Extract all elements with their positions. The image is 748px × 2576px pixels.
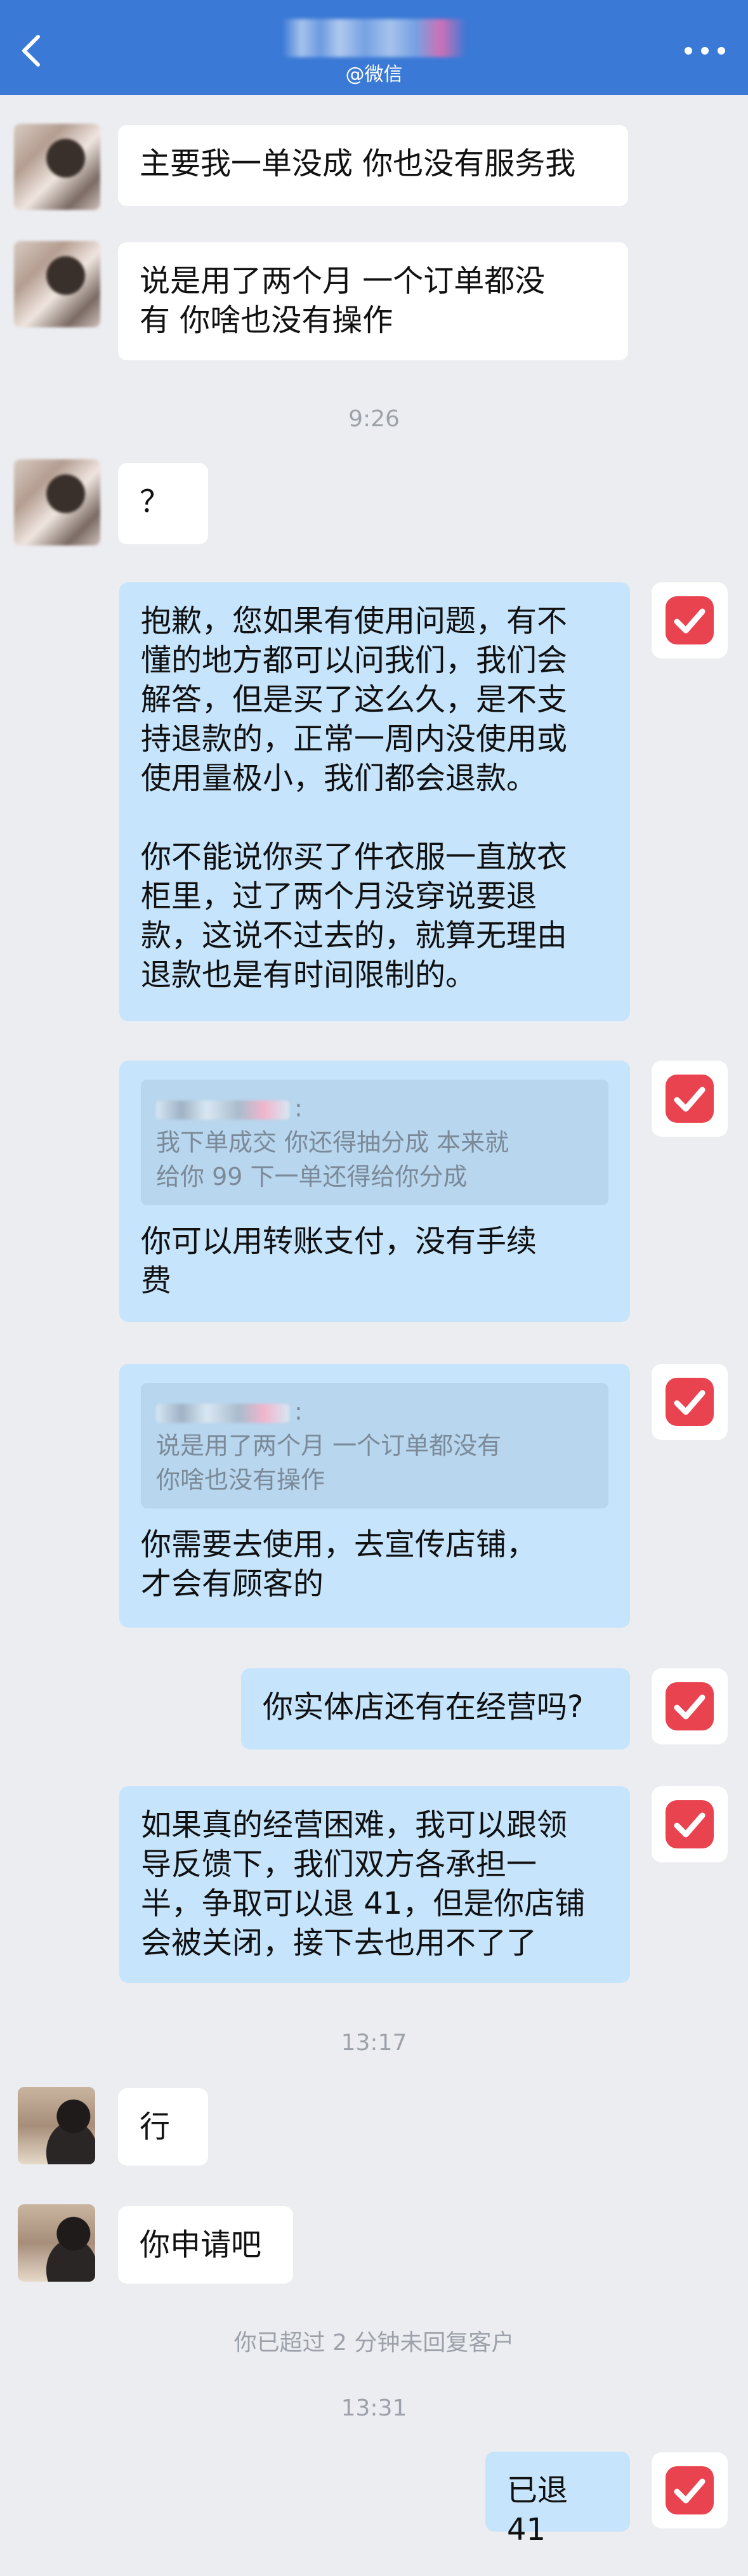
message-text-line: 款，这说不过去的，就算无理由 bbox=[141, 918, 568, 953]
more-button[interactable] bbox=[679, 38, 730, 63]
timestamp: 13:31 bbox=[341, 2395, 407, 2421]
contact-source: @微信 bbox=[345, 63, 403, 86]
agent-avatar[interactable] bbox=[652, 1061, 728, 1137]
message-text-line: 持退款的，正常一周内没使用或 bbox=[141, 721, 568, 757]
chat-header: @微信 bbox=[0, 0, 748, 95]
system-notice: 你已超过 2 分钟未回复客户 bbox=[233, 2330, 515, 2356]
message-text-line: 会被关闭，接下去也用不了了 bbox=[141, 1925, 537, 1961]
customer-avatar[interactable] bbox=[18, 2204, 95, 2282]
quoted-message[interactable]: : 说是用了两个月 一个订单都没有 你啥也没有操作 bbox=[141, 1383, 608, 1508]
message-text-line: 费 bbox=[141, 1263, 172, 1298]
quote-colon: : bbox=[294, 1397, 303, 1425]
customer-avatar[interactable] bbox=[14, 124, 100, 210]
checkmark-badge-icon bbox=[666, 1800, 714, 1848]
message-text-line: 柜里，过了两个月没穿说要退 bbox=[141, 879, 537, 914]
message-text: 行 bbox=[140, 2109, 171, 2145]
outgoing-message[interactable]: 已退 41 bbox=[485, 2452, 630, 2547]
message-text: 主要我一单没成 你也没有服务我 bbox=[140, 146, 576, 181]
incoming-message[interactable]: 主要我一单没成 你也没有服务我 bbox=[118, 125, 628, 206]
agent-avatar[interactable] bbox=[652, 1668, 728, 1744]
message-text: ？ bbox=[140, 484, 171, 520]
message-text-line: 如果真的经营困难，我可以跟领 bbox=[141, 1807, 568, 1843]
customer-avatar[interactable] bbox=[18, 2087, 95, 2164]
quoted-text-line: 说是用了两个月 一个订单都没有 bbox=[156, 1432, 502, 1460]
checkmark-badge-icon bbox=[666, 1378, 714, 1426]
customer-avatar[interactable] bbox=[14, 241, 100, 327]
outgoing-message[interactable]: : 说是用了两个月 一个订单都没有 你啥也没有操作 你需要去使用，去宣传店铺， … bbox=[119, 1364, 630, 1628]
outgoing-message[interactable]: 如果真的经营困难，我可以跟领 导反馈下，我们双方各承担一 半，争取可以退 41，… bbox=[119, 1786, 630, 1983]
agent-avatar[interactable] bbox=[652, 582, 728, 658]
incoming-message[interactable]: 你申请吧 bbox=[118, 2206, 293, 2284]
message-text-line: 才会有顾客的 bbox=[141, 1566, 324, 1602]
incoming-message[interactable]: 说是用了两个月 一个订单都没 有 你啥也没有操作 bbox=[118, 242, 628, 360]
message-text-line: 你不能说你买了件衣服一直放衣 bbox=[141, 839, 568, 875]
quoted-text-line: 给你 99 下一单还得给你分成 bbox=[156, 1163, 468, 1191]
message-text: 你实体店还有在经营吗? bbox=[263, 1689, 584, 1725]
message-text-line: 你可以用转账支付，没有手续 bbox=[141, 1224, 537, 1259]
message-text-line: 退款也是有时间限制的。 bbox=[141, 957, 476, 993]
timestamp: 13:17 bbox=[341, 2030, 407, 2056]
message-text-line: 抱歉，您如果有使用问题，有不 bbox=[141, 603, 568, 639]
message-text-line: 解答，但是买了这么久，是不支 bbox=[141, 682, 568, 717]
message-text: 已退 41 bbox=[507, 2473, 568, 2547]
outgoing-message[interactable]: 你实体店还有在经营吗? bbox=[241, 1668, 630, 1749]
quoted-text-line: 我下单成交 你还得抽分成 本来就 bbox=[156, 1128, 509, 1156]
message-text-line: 你需要去使用，去宣传店铺， bbox=[141, 1527, 537, 1562]
contact-name-blurred bbox=[282, 19, 466, 57]
checkmark-badge-icon bbox=[666, 1075, 714, 1123]
more-dots-icon bbox=[685, 47, 725, 55]
quoted-sender-blurred bbox=[156, 1100, 289, 1120]
message-text: 你申请吧 bbox=[140, 2227, 262, 2263]
incoming-message[interactable]: ？ bbox=[118, 463, 208, 544]
checkmark-badge-icon bbox=[666, 596, 714, 644]
quoted-text-line: 你啥也没有操作 bbox=[156, 1466, 325, 1494]
outgoing-message[interactable]: : 我下单成交 你还得抽分成 本来就 给你 99 下一单还得给你分成 你可以用转… bbox=[119, 1061, 630, 1322]
message-text-line: 半，争取可以退 41，但是你店铺 bbox=[141, 1886, 586, 1921]
message-text-line: 使用量极小，我们都会退款。 bbox=[141, 761, 537, 796]
message-text-line: 导反馈下，我们双方各承担一 bbox=[141, 1847, 537, 1882]
quoted-sender-blurred bbox=[156, 1403, 289, 1423]
message-text-line: 懂的地方都可以问我们，我们会 bbox=[141, 643, 568, 678]
quote-colon: : bbox=[294, 1094, 303, 1122]
quoted-message[interactable]: : 我下单成交 你还得抽分成 本来就 给你 99 下一单还得给你分成 bbox=[141, 1080, 608, 1205]
checkmark-badge-icon bbox=[666, 2466, 714, 2514]
outgoing-message[interactable]: 抱歉，您如果有使用问题，有不 懂的地方都可以问我们，我们会 解答，但是买了这么久… bbox=[119, 582, 630, 1021]
customer-avatar[interactable] bbox=[14, 459, 100, 546]
agent-avatar[interactable] bbox=[652, 2452, 728, 2528]
checkmark-badge-icon bbox=[666, 1682, 714, 1730]
agent-avatar[interactable] bbox=[652, 1364, 728, 1440]
message-text-line: 说是用了两个月 一个订单都没 bbox=[140, 263, 546, 299]
message-text-line: 有 你啥也没有操作 bbox=[140, 303, 393, 338]
agent-avatar[interactable] bbox=[652, 1786, 728, 1862]
timestamp: 9:26 bbox=[348, 406, 400, 432]
incoming-message[interactable]: 行 bbox=[118, 2088, 208, 2166]
